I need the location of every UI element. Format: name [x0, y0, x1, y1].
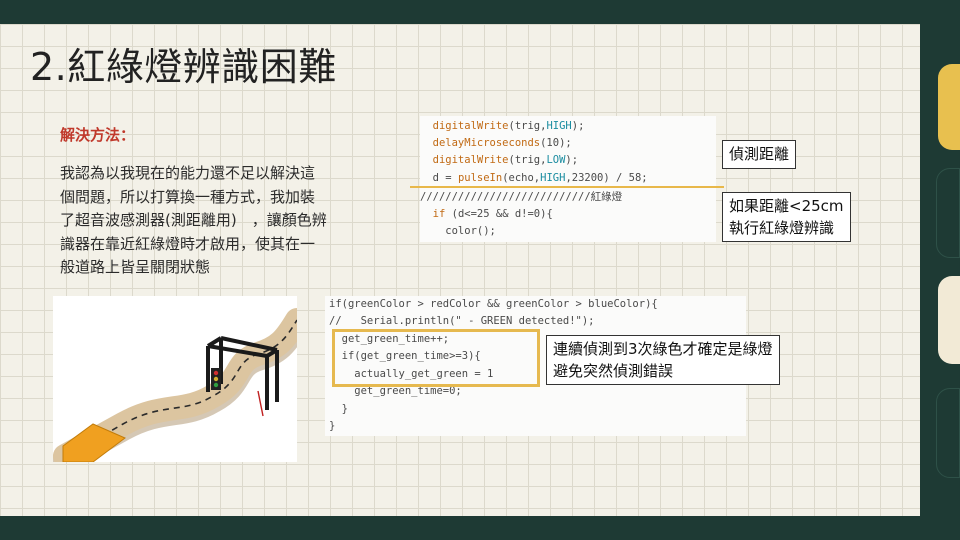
callout-line: 避免突然偵測錯誤	[553, 362, 674, 380]
callout-distance-condition: 如果距離<25cm 執行紅綠燈辨識	[722, 192, 851, 242]
code-line: }	[329, 403, 348, 415]
track-illustration	[53, 308, 297, 462]
highlight-underline	[410, 186, 724, 188]
side-tab-3[interactable]	[938, 276, 960, 364]
method-line: 我認為以我現在的能力還不足以解決這	[60, 164, 316, 182]
track-photo	[53, 296, 297, 462]
code-line-comment: ///////////////////////////紅綠燈	[420, 191, 623, 203]
code-line: digitalWrite(trig,LOW);	[420, 154, 579, 166]
code-line: color();	[420, 225, 496, 237]
method-body: 我認為以我現在的能力還不足以解決這 個問題，所以打算換一種方式，我加裝 了超音波…	[60, 162, 400, 280]
code-line: if (d<=25 && d!=0){	[420, 208, 553, 220]
method-line: 了超音波感測器(測距離用) ，讓顏色辨	[60, 211, 327, 229]
bottom-bar	[0, 516, 960, 540]
method-line: 般道路上皆呈關閉狀態	[60, 258, 211, 276]
method-heading: 解決方法：	[60, 126, 136, 144]
callout-detect-distance: 偵測距離	[722, 140, 797, 169]
method-line: 個問題，所以打算換一種方式，我加裝	[60, 187, 316, 206]
top-bar	[0, 0, 960, 24]
method-line: 識器在靠近紅綠燈時才啟用，使其在一	[60, 234, 316, 253]
side-tab-1[interactable]	[938, 64, 960, 150]
side-tab-4[interactable]	[936, 388, 960, 478]
code-line: if(greenColor > redColor && greenColor >…	[329, 298, 658, 310]
callout-green-confirm: 連續偵測到3次綠色才確定是綠燈 避免突然偵測錯誤	[546, 335, 780, 385]
code-line: }	[329, 420, 336, 432]
callout-line: 如果距離<25cm	[729, 197, 844, 215]
code-line: d = pulseIn(echo,HIGH,23200) / 58;	[420, 172, 648, 184]
callout-line: 執行紅綠燈辨識	[729, 219, 835, 237]
code-line: // Serial.println(" - GREEN detected!");	[329, 315, 595, 327]
side-tab-2[interactable]	[936, 168, 960, 258]
callout-line: 連續偵測到3次綠色才確定是綠燈	[553, 340, 773, 358]
code-snippet-distance: digitalWrite(trig,HIGH); delayMicrosecon…	[420, 116, 716, 242]
highlight-box	[332, 329, 540, 387]
slide-title: 2.紅綠燈辨識困難	[30, 45, 337, 89]
code-line: delayMicroseconds(10);	[420, 137, 572, 149]
code-line: digitalWrite(trig,HIGH);	[420, 120, 585, 132]
